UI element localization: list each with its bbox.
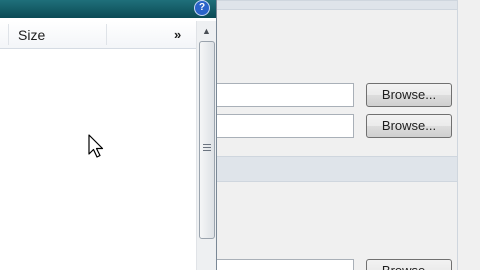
browse-button[interactable]: Browse... (366, 114, 452, 138)
section-header-band (217, 156, 457, 182)
more-columns-chevron-icon[interactable]: » (174, 27, 181, 42)
column-divider[interactable] (106, 24, 107, 45)
help-icon[interactable]: ? (194, 0, 210, 16)
section-header-band (217, 0, 457, 10)
column-header-size[interactable]: Size (18, 27, 45, 43)
path-input[interactable] (217, 114, 354, 138)
dialog-gutter (457, 0, 480, 270)
dialog-panel: Browse... Browse... Browse... (217, 0, 480, 270)
screen: ? Size » ▲ Browse... Browse... (0, 0, 480, 270)
pane-titlebar: ? (0, 0, 216, 18)
arrow-cursor-icon (88, 134, 104, 158)
scroll-up-arrow-icon[interactable]: ▲ (198, 23, 215, 39)
path-input[interactable] (217, 83, 354, 107)
file-pane: ? Size » ▲ (0, 0, 217, 270)
column-header-row: Size » (0, 21, 196, 49)
vertical-scrollbar[interactable]: ▲ (196, 21, 216, 270)
column-divider[interactable] (8, 24, 9, 45)
browse-button[interactable]: Browse... (366, 259, 452, 270)
browse-button[interactable]: Browse... (366, 83, 452, 107)
scroll-grip-icon (203, 144, 211, 152)
path-input[interactable] (217, 259, 354, 270)
scrollbar-thumb[interactable] (199, 41, 215, 239)
